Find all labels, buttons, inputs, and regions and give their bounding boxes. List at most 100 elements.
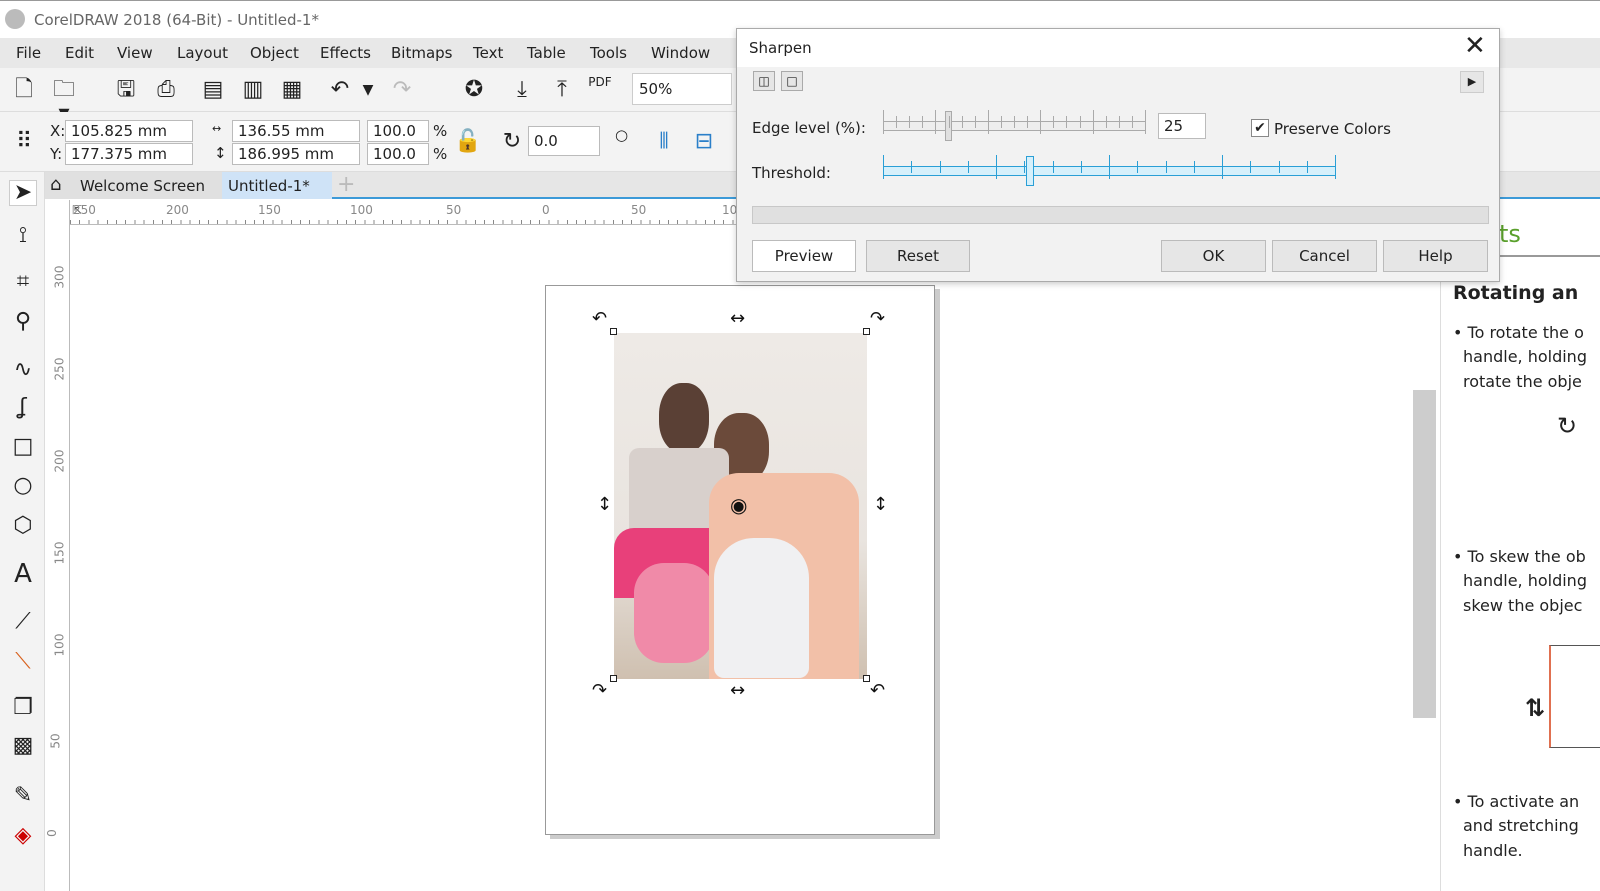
close-icon[interactable]: ✕: [1464, 31, 1486, 61]
vertical-ruler[interactable]: 300 250 200 150 100 50 0: [45, 200, 70, 891]
help-button[interactable]: Help: [1383, 240, 1488, 272]
slider-tick: [1014, 116, 1015, 128]
text-tool-icon[interactable]: A: [9, 561, 37, 587]
rotation-center-icon[interactable]: ◉: [730, 493, 747, 517]
selection-handle[interactable]: [863, 328, 870, 335]
export-icon[interactable]: ⤒: [548, 78, 576, 102]
add-tab-icon[interactable]: +: [337, 172, 355, 197]
publish-pdf-icon[interactable]: PDF: [586, 76, 614, 89]
ruler-tick-label: 50: [48, 733, 63, 749]
search-content-icon[interactable]: ✪: [460, 78, 488, 102]
drop-shadow-icon[interactable]: ❐: [9, 696, 37, 720]
scale-width-field[interactable]: 100.0: [367, 120, 429, 142]
rotate-handle-icon[interactable]: ↷: [592, 680, 607, 701]
cancel-button[interactable]: Cancel: [1272, 240, 1377, 272]
zoom-level-field[interactable]: 50%: [632, 73, 732, 105]
menu-effects[interactable]: Effects: [320, 44, 371, 62]
width-field[interactable]: 136.55 mm: [232, 120, 360, 142]
menu-table[interactable]: Table: [527, 44, 566, 62]
progress-bar: [752, 206, 1489, 224]
freehand-tool-icon[interactable]: ∿: [9, 358, 37, 382]
tab-untitled-1[interactable]: Untitled-1*: [222, 172, 332, 199]
dimension-tool-icon[interactable]: ⟋: [9, 610, 37, 634]
menu-object[interactable]: Object: [250, 44, 299, 62]
shape-tool-icon[interactable]: ⟟: [9, 224, 37, 248]
menu-text[interactable]: Text: [473, 44, 503, 62]
selection-handle[interactable]: [610, 675, 617, 682]
slider-tick: [1278, 161, 1280, 173]
y-position-field[interactable]: 177.375 mm: [65, 143, 193, 165]
redo-icon[interactable]: ↷: [388, 78, 416, 102]
menu-file[interactable]: File: [16, 44, 41, 62]
undo-dropdown-icon[interactable]: ▼: [354, 78, 382, 102]
slider-tick: [922, 116, 924, 128]
lock-ratio-icon[interactable]: 🔓: [454, 130, 482, 154]
menu-view[interactable]: View: [117, 44, 153, 62]
object-origin-icon[interactable]: ⠿: [10, 130, 38, 154]
ruler-tick-label: 100: [350, 203, 373, 217]
selection-handle[interactable]: [610, 328, 617, 335]
undo-icon[interactable]: ↶: [326, 78, 354, 102]
x-position-field[interactable]: 105.825 mm: [65, 120, 193, 142]
vertical-scrollbar[interactable]: [1413, 390, 1436, 718]
slider-tick: [1053, 116, 1055, 128]
hint-text: skew the objec: [1463, 596, 1583, 615]
skew-handle-icon[interactable]: ↕: [597, 494, 612, 515]
skew-handle-icon[interactable]: ↔: [730, 680, 745, 701]
polygon-tool-icon[interactable]: ⬡: [9, 514, 37, 538]
ellipse-tool-icon[interactable]: ○: [9, 474, 37, 498]
transparency-icon[interactable]: ▩: [9, 734, 37, 758]
new-document-icon[interactable]: 🗋: [10, 78, 38, 102]
interactive-fill-icon[interactable]: ◈: [9, 824, 37, 848]
rectangle-tool-icon[interactable]: □: [9, 435, 37, 459]
menu-tools[interactable]: Tools: [590, 44, 627, 62]
reset-button[interactable]: Reset: [866, 240, 970, 272]
ok-button[interactable]: OK: [1161, 240, 1266, 272]
selection-handle[interactable]: [863, 675, 870, 682]
preserve-colors-checkbox[interactable]: ✔: [1251, 119, 1269, 137]
rotate-handle-icon[interactable]: ↶: [870, 680, 885, 701]
rotate-handle-icon[interactable]: ↷: [870, 308, 885, 329]
slider-thumb[interactable]: [1026, 156, 1034, 186]
preview-button[interactable]: Preview: [752, 240, 856, 272]
tab-welcome-screen[interactable]: ⌂ Welcome Screen: [45, 172, 222, 199]
slider-tick: [1080, 161, 1082, 173]
copy-icon[interactable]: ▥: [239, 78, 267, 102]
save-icon[interactable]: 🖫: [112, 78, 140, 102]
slider-tick: [1079, 116, 1081, 128]
pick-tool-icon[interactable]: ➤: [9, 180, 37, 206]
scale-height-field[interactable]: 100.0: [367, 143, 429, 165]
crop-tool-icon[interactable]: ⌗: [9, 270, 37, 294]
menu-window[interactable]: Window: [651, 44, 710, 62]
edge-level-field[interactable]: 25: [1158, 113, 1206, 139]
menu-edit[interactable]: Edit: [65, 44, 94, 62]
height-field[interactable]: 186.995 mm: [232, 143, 360, 165]
eyedropper-icon[interactable]: ✎: [9, 784, 37, 808]
window-title: CorelDRAW 2018 (64-Bit) - Untitled-1*: [34, 11, 319, 29]
connector-tool-icon[interactable]: ⟍: [9, 650, 37, 674]
artistic-media-icon[interactable]: ʆ: [9, 396, 37, 420]
slider-tick: [1066, 116, 1068, 128]
slider-tick: [974, 116, 976, 128]
split-preview-icon[interactable]: ◫: [753, 71, 775, 91]
cut-icon[interactable]: ▤: [199, 78, 227, 102]
rotation-angle-field[interactable]: 0.0: [528, 126, 600, 156]
slider-tick: [1000, 116, 1002, 128]
menu-layout[interactable]: Layout: [177, 44, 228, 62]
rotate-handle-icon[interactable]: ↶: [592, 308, 607, 329]
threshold-slider[interactable]: [883, 155, 1336, 186]
mirror-horizontal-icon[interactable]: ⫴: [650, 130, 678, 154]
skew-handle-icon[interactable]: ↔: [730, 308, 745, 329]
degree-symbol: ○: [615, 126, 629, 144]
expand-arrow-icon[interactable]: ▶: [1460, 71, 1484, 93]
zoom-tool-icon[interactable]: ⚲: [9, 310, 37, 334]
single-preview-icon[interactable]: □: [781, 71, 803, 91]
menu-bitmaps[interactable]: Bitmaps: [391, 44, 452, 62]
print-icon[interactable]: ⎙: [152, 78, 180, 102]
skew-handle-icon[interactable]: ↕: [873, 494, 888, 515]
import-icon[interactable]: ⤓: [508, 78, 536, 102]
edge-level-slider[interactable]: [883, 110, 1146, 141]
mirror-vertical-icon[interactable]: ⊟: [690, 130, 718, 154]
slider-tick: [1105, 116, 1107, 128]
paste-icon[interactable]: ▦: [278, 78, 306, 102]
